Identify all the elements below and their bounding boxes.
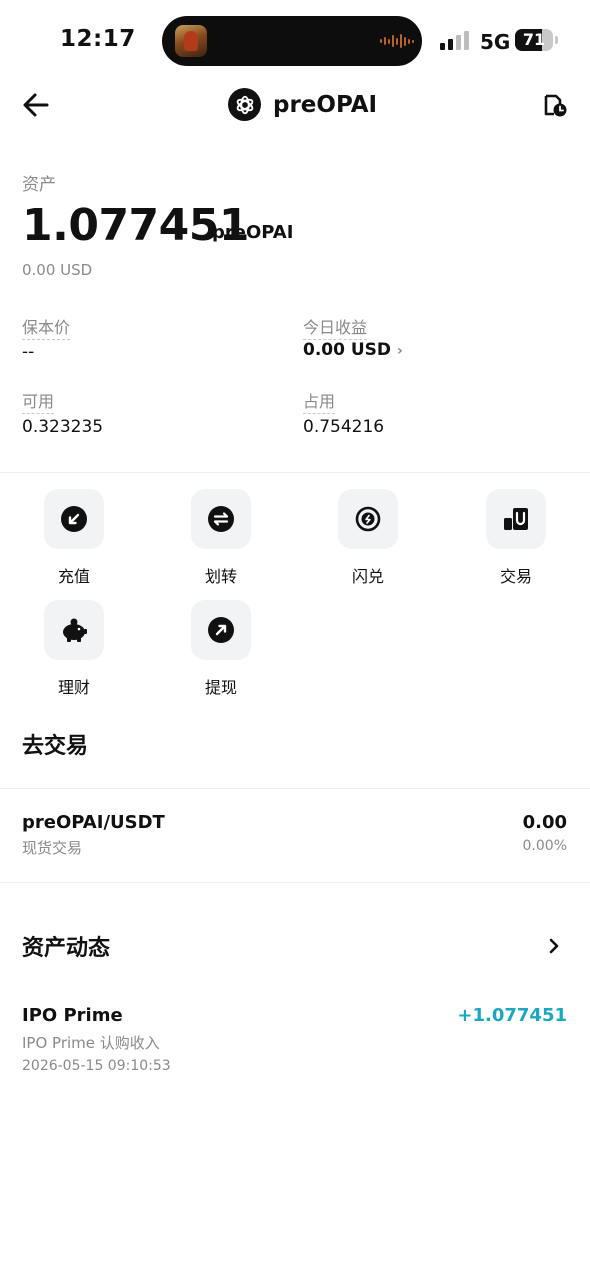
battery-icon: 71 xyxy=(515,29,553,51)
arrow-left-icon xyxy=(23,93,49,117)
today-pnl-value: 0.00 USD xyxy=(303,340,392,360)
battery-percent: 71 xyxy=(522,30,546,49)
trading-pair-row[interactable]: preOPAI/USDT 现货交易 0.00 0.00% xyxy=(0,789,590,882)
transfer-button[interactable]: 划转 xyxy=(181,489,261,587)
activity-item[interactable]: IPO Prime +1.077451 IPO Prime 认购收入 2026-… xyxy=(0,995,590,1085)
audio-wave-icon xyxy=(380,34,414,48)
battery-nub xyxy=(555,36,558,44)
activity-description: IPO Prime 认购收入 xyxy=(22,1034,160,1052)
trade-icon xyxy=(504,508,528,530)
action-label: 划转 xyxy=(204,567,237,586)
action-label: 充值 xyxy=(57,567,90,586)
pair-change: 0.00% xyxy=(522,838,567,854)
page-title: preOPAI xyxy=(273,91,378,118)
activity-title: IPO Prime xyxy=(22,1005,123,1026)
header-title-group: preOPAI xyxy=(228,88,377,121)
action-label: 提现 xyxy=(204,678,237,697)
occupied-label[interactable]: 占用 xyxy=(303,388,336,414)
network-type: 5G xyxy=(480,30,511,54)
available-label: 可用 xyxy=(22,388,55,414)
signal-icon xyxy=(440,30,469,50)
trade-section-title: 去交易 xyxy=(22,734,89,759)
activity-section-title: 资产动态 xyxy=(22,936,111,961)
withdraw-button[interactable]: 提现 xyxy=(181,600,261,698)
pair-price: 0.00 xyxy=(522,812,567,833)
dynamic-island[interactable] xyxy=(162,16,422,66)
swap-icon xyxy=(355,506,381,532)
activity-amount: +1.077451 xyxy=(457,1005,567,1026)
action-label: 交易 xyxy=(499,567,532,586)
deposit-icon xyxy=(61,506,87,532)
asset-unit: preOPAI xyxy=(212,222,294,243)
now-playing-artwork xyxy=(175,25,207,57)
history-clock-icon xyxy=(544,94,567,117)
available-value: 0.323235 xyxy=(22,417,104,437)
asset-label: 资产 xyxy=(22,175,56,195)
history-button[interactable] xyxy=(542,92,568,118)
cost-price-label[interactable]: 保本价 xyxy=(22,314,71,340)
deposit-button[interactable]: 充值 xyxy=(34,489,114,587)
withdraw-icon xyxy=(208,617,234,643)
action-label: 理财 xyxy=(57,678,90,697)
pair-name: preOPAI/USDT xyxy=(22,812,165,833)
status-time: 12:17 xyxy=(60,26,136,52)
today-pnl-label[interactable]: 今日收益 xyxy=(303,314,368,340)
cost-price-value: -- xyxy=(22,342,35,362)
trade-button[interactable]: 交易 xyxy=(476,489,556,587)
action-label: 闪兑 xyxy=(351,567,384,586)
divider xyxy=(0,882,590,883)
earn-button[interactable]: 理财 xyxy=(34,600,114,698)
chevron-right-icon xyxy=(549,938,559,954)
chevron-right-icon: › xyxy=(397,343,403,359)
today-pnl-link[interactable]: 0.00 USD › xyxy=(303,340,403,360)
swap-button[interactable]: 闪兑 xyxy=(328,489,408,587)
asset-usd-value: 0.00 USD xyxy=(22,261,93,279)
divider xyxy=(0,472,590,473)
back-button[interactable] xyxy=(22,92,50,118)
occupied-value: 0.754216 xyxy=(303,417,385,437)
pair-type: 现货交易 xyxy=(22,839,83,857)
activity-more-button[interactable] xyxy=(544,935,564,957)
activity-time: 2026-05-15 09:10:53 xyxy=(22,1058,171,1074)
openai-logo-icon xyxy=(228,88,261,121)
transfer-icon xyxy=(208,506,234,532)
piggy-bank-icon xyxy=(63,618,87,642)
